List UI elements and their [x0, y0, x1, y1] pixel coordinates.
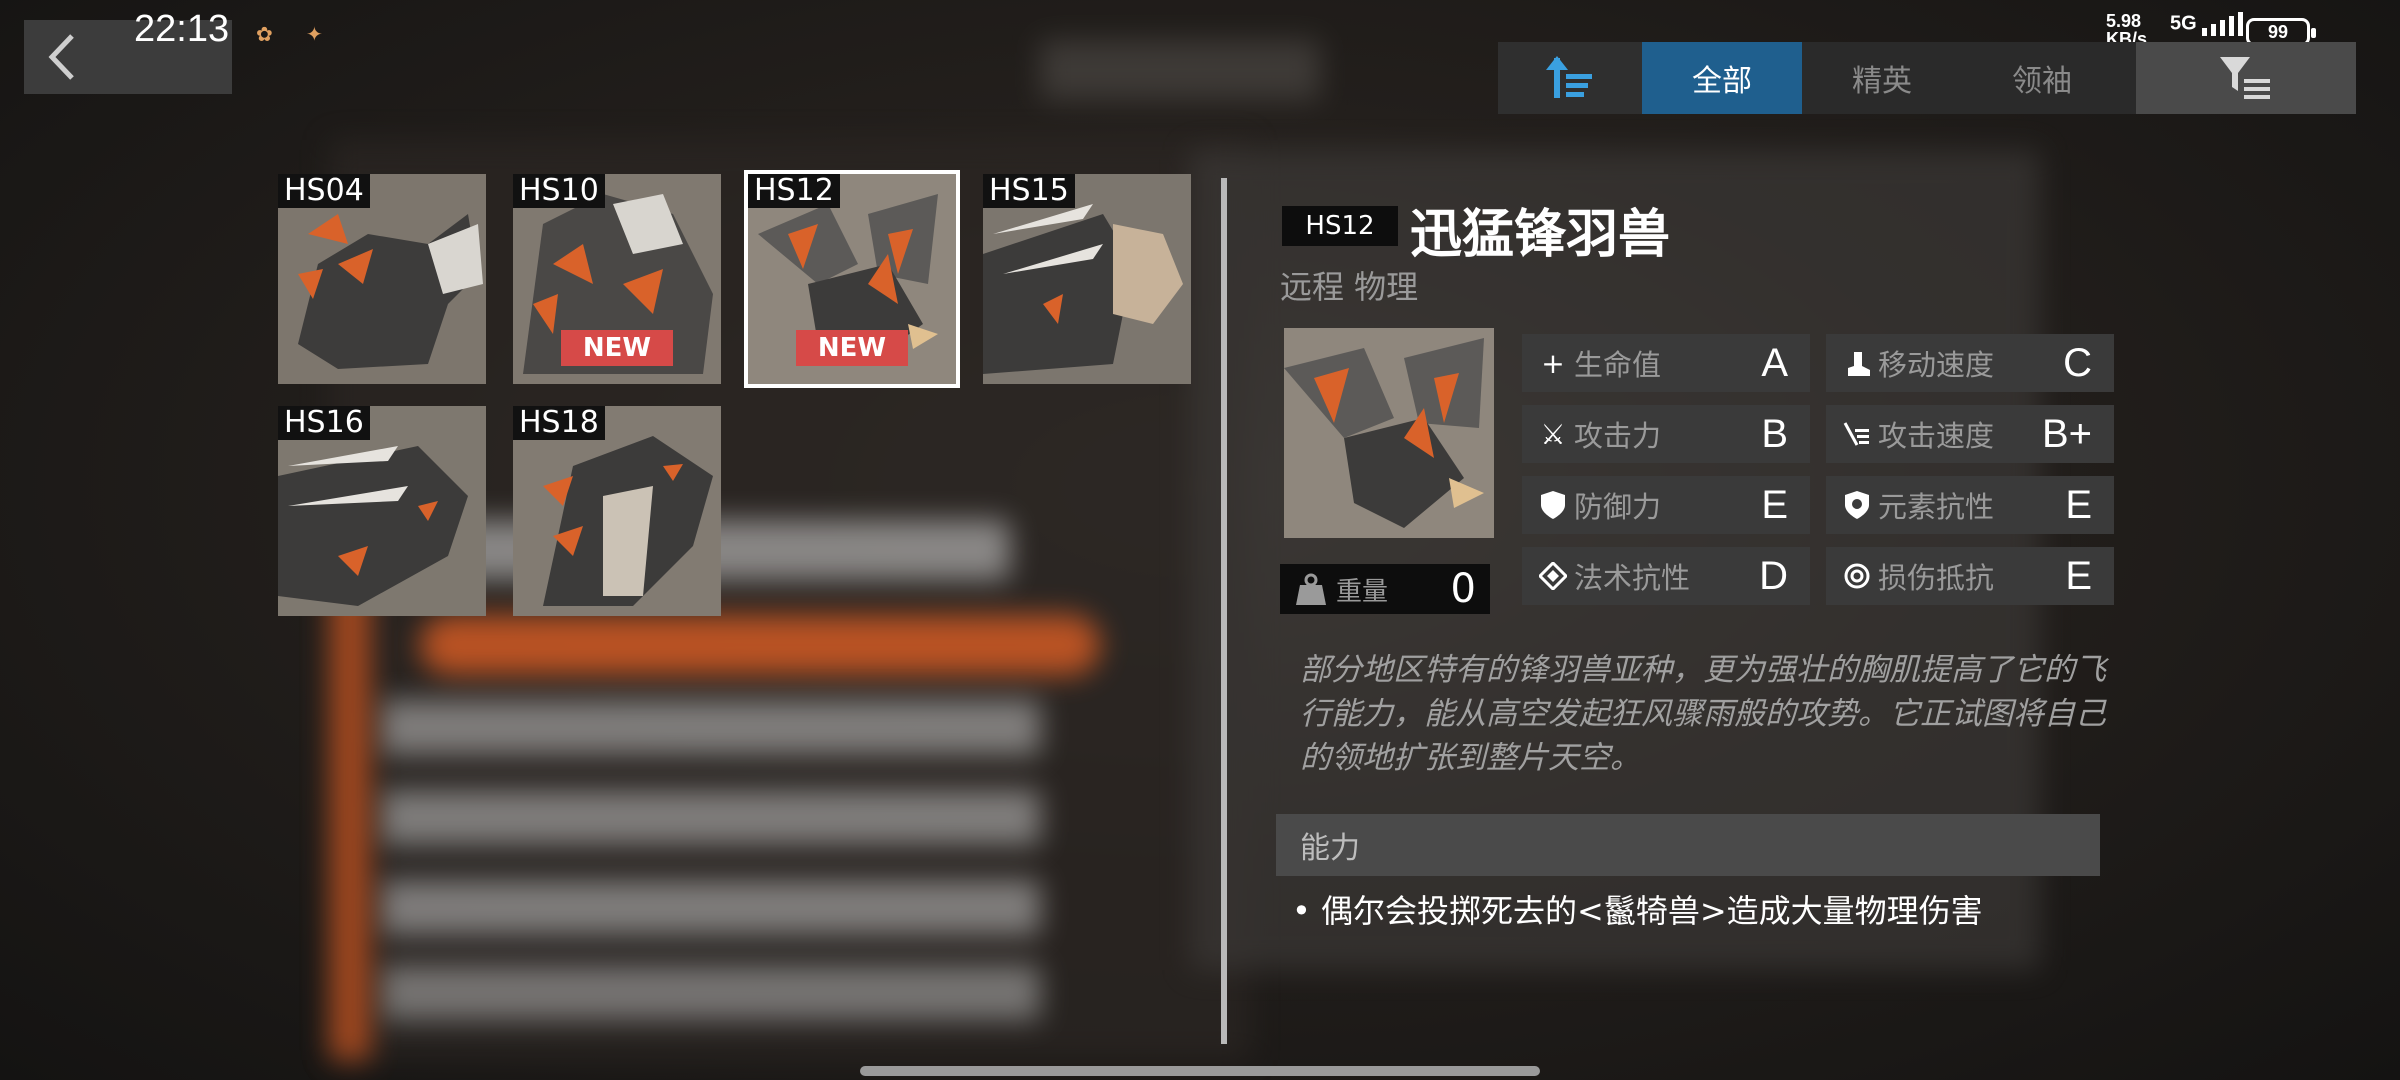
enemy-card-hs04[interactable]: HS04 [278, 174, 486, 384]
enemy-description: 部分地区特有的锋羽兽亚种，更为强壮的胸肌提高了它的飞行能力，能从高空发起狂风骤雨… [1300, 652, 2106, 776]
stat-move-speed: 移动速度 C [1826, 334, 2114, 392]
enemy-detail-portrait [1284, 328, 1494, 538]
stat-element-resistance: 元素抗性 E [1826, 476, 2114, 534]
shield-icon [1536, 488, 1570, 522]
stat-attack: ⚔ 攻击力 B [1522, 405, 1810, 463]
tab-leader[interactable]: 领袖 [1962, 42, 2122, 114]
background-bar [330, 560, 370, 1060]
enemy-name: 迅猛锋羽兽 [1410, 205, 1671, 265]
ability-item: • 偶尔会投掷死去的<鬣犄兽>造成大量物理伤害 [1292, 892, 1983, 930]
enemy-portrait [1284, 328, 1494, 538]
background-bar [380, 965, 1040, 1020]
stat-arts-resistance: 法术抗性 D [1522, 547, 1810, 605]
ring-icon [1840, 559, 1874, 593]
enemy-code: HS12 [748, 174, 840, 208]
enemy-type: 远程 物理 [1280, 268, 1419, 306]
tab-all[interactable]: 全部 [1642, 42, 1802, 114]
stat-attack-speed: 攻击速度 B+ [1826, 405, 2114, 463]
enemy-card-hs12[interactable]: HS12 NEW [744, 170, 960, 388]
notification-icon: ✦ [306, 22, 323, 46]
home-indicator[interactable] [860, 1066, 1540, 1076]
new-badge: NEW [796, 330, 908, 366]
enemy-code: HS15 [983, 174, 1075, 208]
notification-icon: ✿ [256, 22, 273, 46]
background-bar [380, 790, 1040, 845]
weight-stat: 重量 0 [1280, 564, 1490, 614]
enemy-code: HS04 [278, 174, 370, 208]
diamond-icon [1536, 559, 1570, 593]
scrollbar[interactable] [1221, 178, 1227, 1044]
network-type: 5G [2170, 12, 2246, 36]
weight-icon [1296, 573, 1326, 605]
category-tab-bar: 全部 精英 领袖 [1498, 42, 2356, 114]
detail-code: HS12 [1282, 206, 1398, 246]
attack-speed-icon [1840, 417, 1874, 451]
background-bar [420, 615, 1100, 675]
background-bar [380, 700, 1040, 755]
stat-damage-resistance: 损伤抵抗 E [1826, 547, 2114, 605]
enemy-code: HS16 [278, 406, 370, 440]
signal-icon [2202, 12, 2244, 36]
chevron-left-icon [48, 34, 74, 80]
sort-button[interactable] [1498, 42, 1642, 114]
enemy-card-hs16[interactable]: HS16 [278, 406, 486, 616]
plus-icon: + [1541, 346, 1565, 380]
background-bar [380, 880, 1040, 935]
filter-button[interactable] [2136, 42, 2356, 114]
background-panel [1040, 40, 1320, 100]
crossed-swords-icon: ⚔ [1540, 417, 1566, 451]
enemy-card-hs18[interactable]: HS18 [513, 406, 721, 616]
enemy-code: HS18 [513, 406, 605, 440]
filter-icon [2220, 57, 2270, 99]
clock: 22:13 [134, 8, 230, 50]
enemy-card-hs10[interactable]: HS10 NEW [513, 174, 721, 384]
enemy-code: HS10 [513, 174, 605, 208]
new-badge: NEW [561, 330, 673, 366]
sort-icon [1546, 56, 1592, 98]
tab-elite[interactable]: 精英 [1802, 42, 1962, 114]
element-shield-icon [1840, 488, 1874, 522]
stat-defense: 防御力 E [1522, 476, 1810, 534]
ability-header: 能力 [1276, 814, 2100, 876]
boot-icon [1840, 346, 1874, 380]
enemy-card-hs15[interactable]: HS15 [983, 174, 1191, 384]
stat-hp: + 生命值 A [1522, 334, 1810, 392]
